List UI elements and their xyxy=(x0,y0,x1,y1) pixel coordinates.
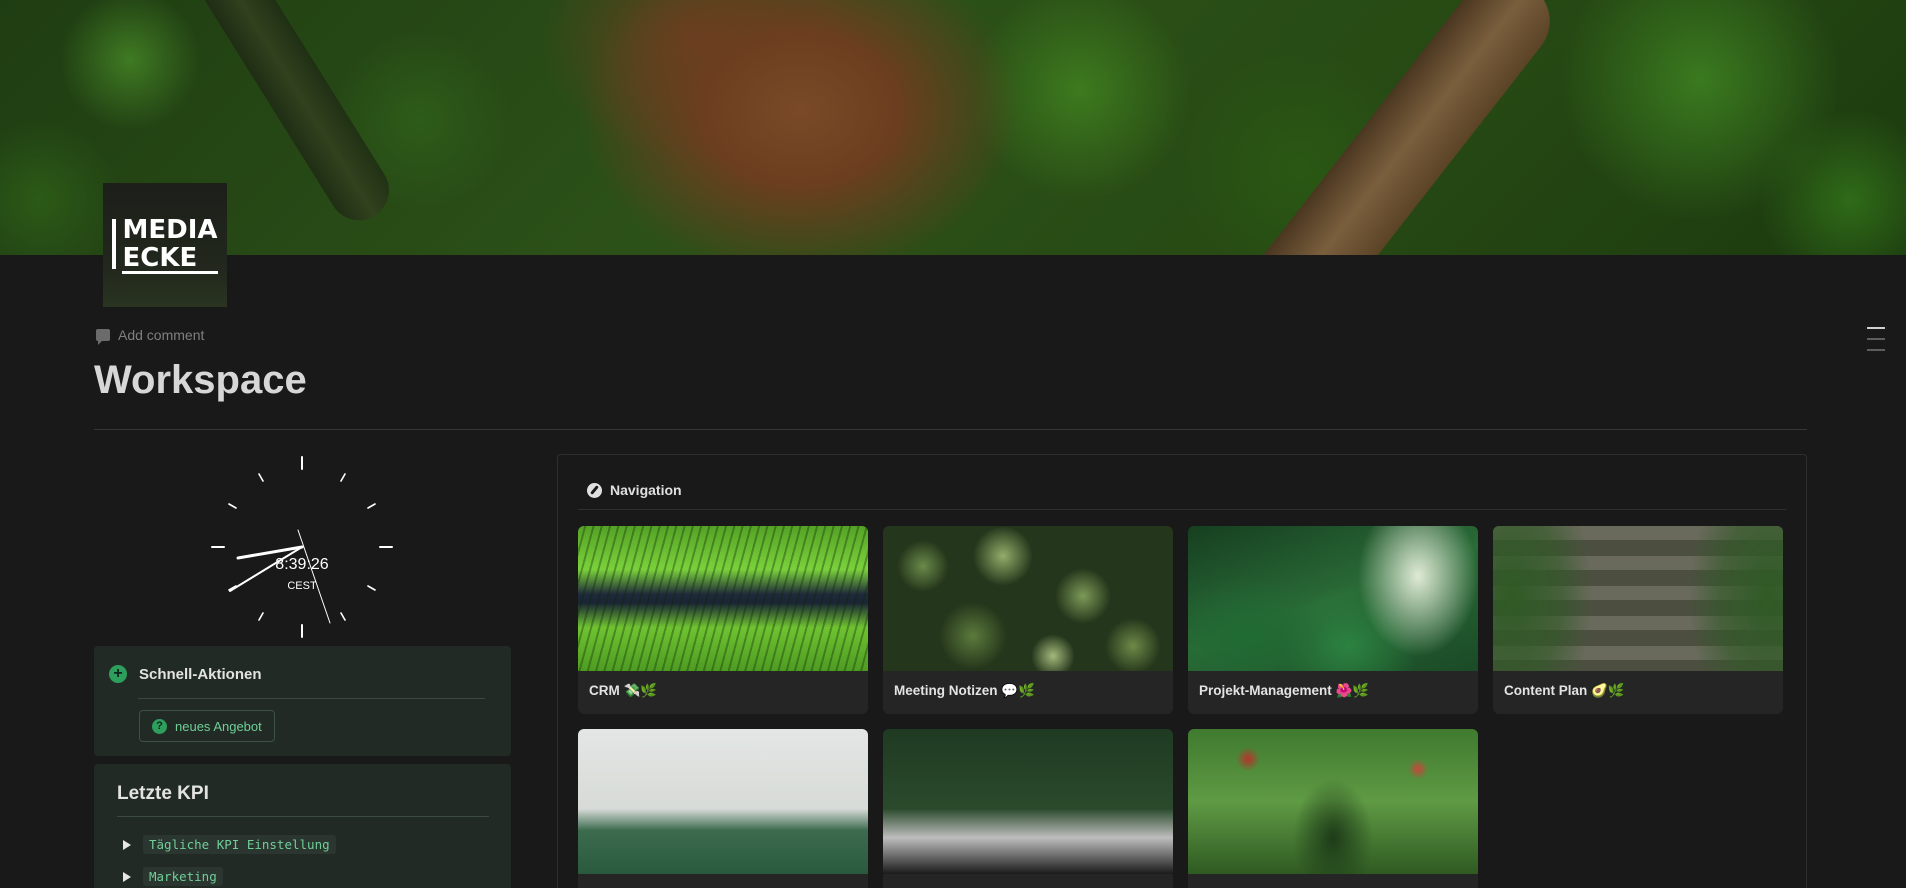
new-offer-button[interactable]: ? neues Angebot xyxy=(139,710,275,742)
quick-actions-title: Schnell-Aktionen xyxy=(139,665,262,683)
toggle-label: Tägliche KPI Einstellung xyxy=(143,835,336,854)
title-divider xyxy=(94,429,1807,430)
logo-line-1: MEDIA xyxy=(122,214,218,245)
logo-line-2: ECKE xyxy=(122,245,218,274)
question-circle-icon: ? xyxy=(152,718,167,734)
plus-circle-icon: + xyxy=(109,665,127,683)
toc-line[interactable] xyxy=(1867,349,1885,351)
toggle-label: Marketing xyxy=(143,867,223,886)
navigation-gallery: Navigation CRM 💸🌿 Meeting Notizen 💬🌿 Pro… xyxy=(557,454,1807,888)
clock-timezone: CEST xyxy=(287,580,317,592)
card-cover-image xyxy=(578,526,868,671)
card-cover-image xyxy=(1188,526,1478,671)
table-of-contents[interactable] xyxy=(1867,327,1885,360)
navigation-header: Navigation xyxy=(587,482,682,498)
navigation-divider xyxy=(578,509,1786,510)
card-cover-image xyxy=(883,526,1173,671)
card-title: Projekt-Management 🌺🌿 xyxy=(1199,683,1370,698)
gallery-card[interactable] xyxy=(578,729,868,888)
toggle-item-daily-kpi[interactable]: Tägliche KPI Einstellung xyxy=(123,835,336,854)
card-cover-image xyxy=(883,729,1173,874)
clock-widget: 8:39:26 CEST xyxy=(208,453,396,641)
toggle-item-marketing[interactable]: Marketing xyxy=(123,867,223,886)
clock-time: 8:39:26 xyxy=(275,556,329,573)
kpi-title: Letzte KPI xyxy=(117,783,209,804)
clock-tick xyxy=(367,503,376,509)
cover-image xyxy=(0,0,1906,255)
add-comment-button[interactable]: Add comment xyxy=(96,327,205,345)
compass-icon xyxy=(587,482,602,498)
card-title: Content Plan 🥑🌿 xyxy=(1504,683,1625,698)
card-cover-image xyxy=(1493,526,1783,671)
card-cover-foliage xyxy=(1493,526,1783,671)
card-title: Meeting Notizen 💬🌿 xyxy=(894,683,1035,698)
card-title: CRM 💸🌿 xyxy=(589,683,658,698)
clock-tick xyxy=(340,473,346,482)
clock-tick xyxy=(228,503,237,509)
page-logo[interactable]: MEDIA ECKE xyxy=(103,183,227,307)
new-offer-label: neues Angebot xyxy=(175,718,262,734)
triangle-right-icon[interactable] xyxy=(123,839,131,850)
toc-line-active[interactable] xyxy=(1867,327,1885,329)
logo-wordmark: MEDIA ECKE xyxy=(112,214,218,274)
comment-icon xyxy=(96,329,110,345)
analog-clock xyxy=(211,456,393,638)
gallery-card[interactable] xyxy=(883,729,1173,888)
clock-tick xyxy=(258,612,264,621)
gallery-card-crm[interactable]: CRM 💸🌿 xyxy=(578,526,868,714)
clock-tick xyxy=(258,473,264,482)
card-cover-image xyxy=(1188,729,1478,874)
gallery-card[interactable] xyxy=(1188,729,1478,888)
triangle-right-icon[interactable] xyxy=(123,871,131,882)
card-cover-image xyxy=(578,729,868,874)
navigation-title: Navigation xyxy=(610,482,682,498)
second-hand xyxy=(297,529,331,624)
clock-tick xyxy=(340,612,346,621)
kpi-divider xyxy=(117,816,489,817)
quick-actions-divider xyxy=(138,698,485,699)
add-comment-label: Add comment xyxy=(118,327,205,343)
gallery-card-content-plan[interactable]: Content Plan 🥑🌿 xyxy=(1493,526,1783,714)
gallery-card-meeting-notes[interactable]: Meeting Notizen 💬🌿 xyxy=(883,526,1173,714)
quick-actions-callout: + Schnell-Aktionen ? neues Angebot xyxy=(94,646,511,756)
kpi-callout: Letzte KPI Tägliche KPI Einstellung Mark… xyxy=(94,764,511,888)
quick-actions-header: + Schnell-Aktionen xyxy=(109,665,262,683)
gallery-card-project-management[interactable]: Projekt-Management 🌺🌿 xyxy=(1188,526,1478,714)
toc-line[interactable] xyxy=(1867,338,1885,340)
tree-trunk-right xyxy=(1224,0,1566,255)
page-title[interactable]: Workspace xyxy=(94,358,307,403)
